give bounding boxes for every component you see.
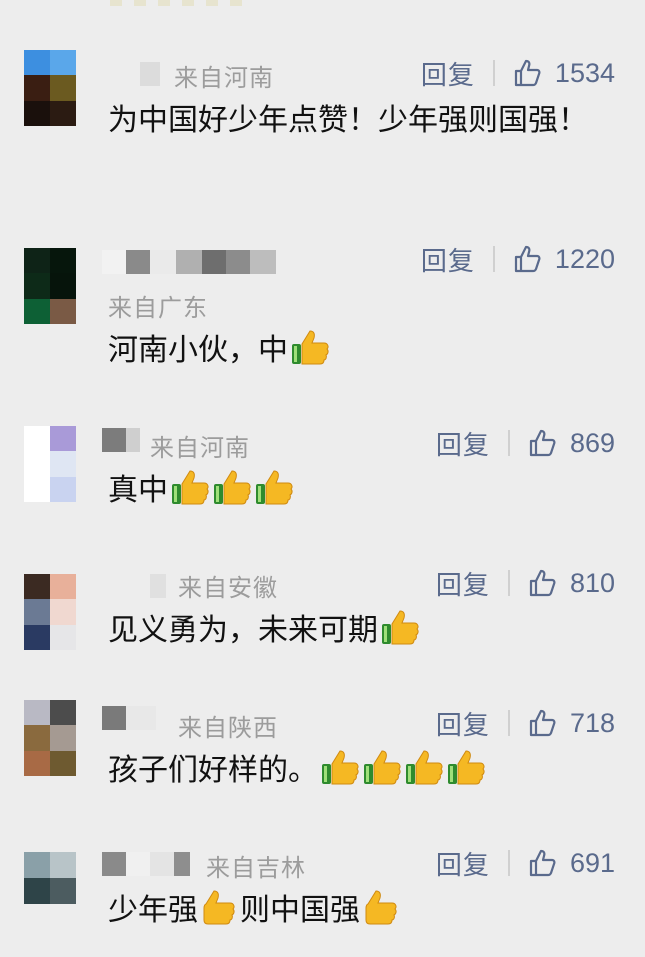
username-blurred[interactable] bbox=[102, 250, 276, 274]
comment-text: 真中 bbox=[108, 466, 598, 516]
avatar[interactable] bbox=[24, 852, 76, 904]
comment-body: 见义勇为，未来可期 bbox=[108, 613, 378, 648]
comment-actions: 回复 1220 bbox=[421, 241, 615, 278]
like-count: 718 bbox=[569, 707, 615, 738]
divider bbox=[492, 60, 495, 86]
comment-text: 少年强 则中国强 bbox=[108, 886, 598, 936]
comment-actions: 回复 869 bbox=[436, 425, 615, 462]
comment-actions: 回复 691 bbox=[436, 845, 615, 882]
thumbs-up-outline-icon[interactable] bbox=[528, 848, 558, 878]
thumbs-up-emoji-icon bbox=[320, 748, 360, 786]
thumbs-up-emoji-icon bbox=[380, 608, 420, 646]
avatar[interactable] bbox=[24, 248, 76, 324]
comment-actions: 回复 1534 bbox=[421, 55, 615, 92]
thumbs-up-outline-icon[interactable] bbox=[513, 244, 543, 274]
divider bbox=[507, 710, 510, 736]
divider bbox=[507, 570, 510, 596]
thumbs-up-emoji-icon bbox=[362, 748, 402, 786]
username-blurred[interactable] bbox=[102, 706, 156, 730]
location-label: 来自河南 bbox=[150, 434, 250, 462]
divider bbox=[507, 850, 510, 876]
divider bbox=[507, 430, 510, 456]
comment-body: 真中 bbox=[108, 473, 168, 508]
comment-actions: 回复 810 bbox=[436, 565, 615, 602]
username-blurred[interactable] bbox=[102, 852, 190, 876]
thumbs-up-outline-icon[interactable] bbox=[528, 708, 558, 738]
comment-actions: 回复 718 bbox=[436, 705, 615, 742]
avatar[interactable] bbox=[24, 426, 76, 502]
thumbs-up-emoji-icon bbox=[200, 888, 240, 926]
like-count: 691 bbox=[569, 847, 615, 878]
comment-body-continued: 则中国强 bbox=[240, 893, 360, 928]
reply-button[interactable]: 回复 bbox=[421, 55, 475, 92]
divider bbox=[492, 246, 495, 272]
thumbs-up-outline-icon[interactable] bbox=[513, 58, 543, 88]
avatar[interactable] bbox=[24, 50, 76, 126]
username-blurred[interactable] bbox=[150, 574, 166, 598]
like-count: 1220 bbox=[554, 243, 615, 274]
thumbs-up-emoji-icon bbox=[290, 328, 330, 366]
like-count: 810 bbox=[569, 567, 615, 598]
comment-text: 见义勇为，未来可期 bbox=[108, 606, 598, 656]
comment-body: 少年强 bbox=[108, 893, 198, 928]
thumbs-up-emoji-icon bbox=[254, 468, 294, 506]
thumbs-up-outline-icon[interactable] bbox=[528, 568, 558, 598]
thumbs-up-emoji-icon bbox=[170, 468, 210, 506]
username-blurred[interactable] bbox=[140, 62, 164, 86]
thumbs-up-emoji-icon bbox=[446, 748, 486, 786]
reply-button[interactable]: 回复 bbox=[436, 565, 490, 602]
location-label: 来自陕西 bbox=[178, 714, 278, 742]
thumbs-up-emoji-icon bbox=[212, 468, 252, 506]
avatar[interactable] bbox=[24, 574, 76, 650]
username-blurred[interactable] bbox=[102, 428, 140, 452]
reply-button[interactable]: 回复 bbox=[421, 241, 475, 278]
avatar[interactable] bbox=[24, 700, 76, 776]
reply-button[interactable]: 回复 bbox=[436, 705, 490, 742]
comment-text: 孩子们好样的。 bbox=[108, 746, 598, 796]
previous-comment-fragment bbox=[110, 0, 250, 6]
location-label: 来自吉林 bbox=[206, 854, 306, 882]
location-label: 来自河南 bbox=[174, 64, 274, 92]
thumbs-up-outline-icon[interactable] bbox=[528, 428, 558, 458]
location-label: 来自安徽 bbox=[178, 574, 278, 602]
like-count: 869 bbox=[569, 427, 615, 458]
comment-text: 为中国好少年点赞！少年强则国强！ bbox=[108, 96, 598, 146]
thumbs-up-emoji-icon bbox=[362, 888, 402, 926]
location-label: 来自广东 bbox=[108, 294, 208, 322]
comment-body: 为中国好少年点赞！少年强则国强！ bbox=[108, 103, 588, 138]
reply-button[interactable]: 回复 bbox=[436, 845, 490, 882]
like-count: 1534 bbox=[554, 57, 615, 88]
comment-body: 孩子们好样的。 bbox=[108, 753, 318, 788]
comment-body: 河南小伙，中 bbox=[108, 333, 288, 368]
comment-text: 河南小伙，中 bbox=[108, 326, 598, 376]
reply-button[interactable]: 回复 bbox=[436, 425, 490, 462]
thumbs-up-emoji-icon bbox=[404, 748, 444, 786]
